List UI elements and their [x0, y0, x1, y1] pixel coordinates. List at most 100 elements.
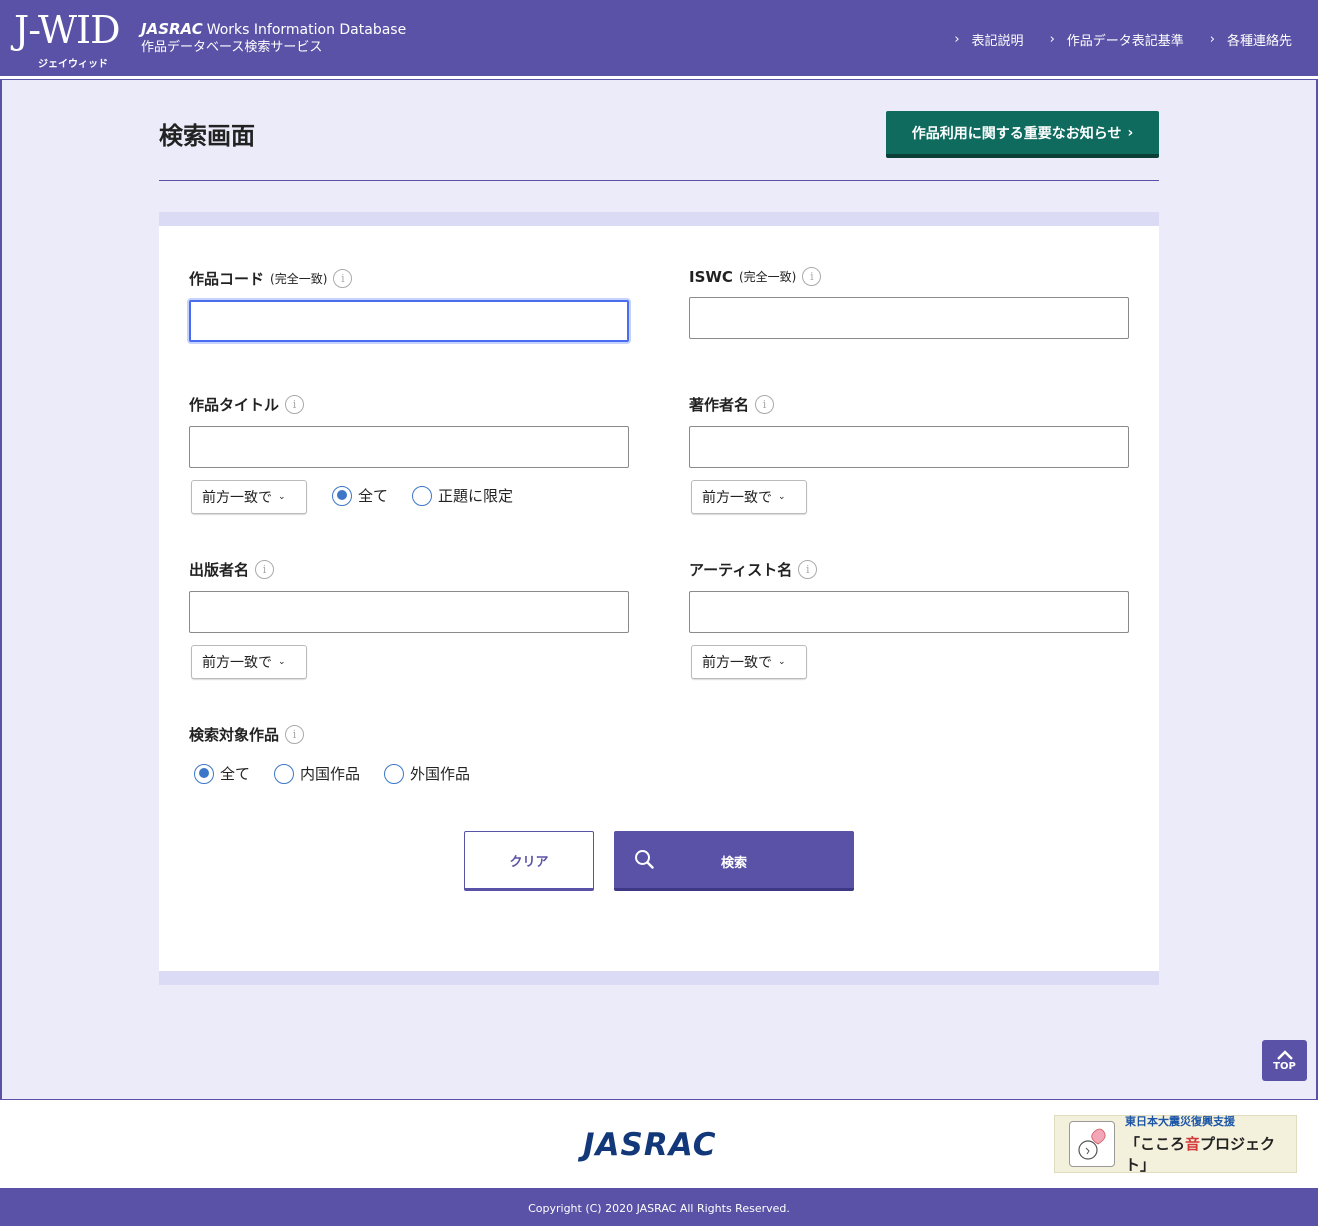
- radio-label: 内国作品: [300, 765, 361, 783]
- radio-checked-icon: [332, 485, 352, 506]
- banner-line2: 「こころ音プロジェクト」: [1125, 1133, 1296, 1175]
- page-title: 検索画面: [159, 122, 255, 150]
- publisher-match-select[interactable]: 前方一致で ⌄: [191, 645, 307, 679]
- work-title-label: 作品タイトル i: [189, 394, 305, 415]
- work-title-match-select[interactable]: 前方一致で ⌄: [191, 480, 307, 514]
- target-works-label: 検索対象作品 i: [189, 724, 305, 745]
- site-title-en: Works Information Database: [206, 22, 407, 38]
- clear-button[interactable]: クリア: [464, 831, 594, 891]
- logo-text: J-WID: [14, 8, 121, 52]
- artist-input[interactable]: [689, 591, 1129, 633]
- panel-top-band: [159, 212, 1159, 226]
- chevron-down-icon: ⌄: [778, 657, 786, 667]
- info-icon[interactable]: i: [333, 269, 353, 288]
- banner-line1: 東日本大震災復興支援: [1125, 1115, 1235, 1128]
- banner-line2-pre: 「こころ: [1125, 1135, 1186, 1153]
- header-divider: [0, 76, 1318, 80]
- label-text: アーティスト名: [689, 561, 793, 579]
- jwid-logo[interactable]: J-WID ジェイウィッド: [14, 8, 126, 70]
- label-text: 出版者名: [189, 561, 250, 579]
- top-label: TOP: [1273, 1060, 1296, 1072]
- kokoro-oto-banner[interactable]: 東日本大震災復興支援 「こころ音プロジェクト」: [1054, 1113, 1297, 1175]
- nav-notation[interactable]: › 表記説明: [954, 30, 1023, 49]
- work-code-input[interactable]: [189, 300, 629, 342]
- target-scope-radios: 全て 内国作品 外国作品: [194, 763, 494, 784]
- work-title-input[interactable]: [189, 426, 629, 468]
- radio-label: 全て: [220, 765, 251, 783]
- chevron-right-icon: ›: [954, 32, 960, 47]
- search-label: 検索: [720, 856, 747, 871]
- radio-title-all[interactable]: 全て: [332, 485, 388, 506]
- important-notice-button[interactable]: 作品利用に関する重要なお知らせ ›: [886, 111, 1159, 158]
- chevron-down-icon: ⌄: [278, 657, 286, 667]
- back-to-top-button[interactable]: TOP: [1262, 1040, 1307, 1081]
- notice-label: 作品利用に関する重要なお知らせ: [911, 125, 1122, 142]
- site-title-jp: 作品データベース検索サービス: [141, 40, 323, 55]
- header-nav: › 表記説明 › 作品データ表記基準 › 各種連絡先: [954, 30, 1292, 49]
- radio-label: 外国作品: [410, 765, 471, 783]
- search-button[interactable]: 検索: [614, 831, 854, 891]
- banner-line2-highlight: 音: [1185, 1135, 1201, 1153]
- radio-label: 全て: [358, 487, 389, 505]
- chevron-down-icon: ⌄: [778, 492, 786, 502]
- brand-name: JASRAC: [141, 20, 203, 38]
- banner-text: 東日本大震災復興支援 「こころ音プロジェクト」: [1125, 1113, 1296, 1175]
- info-icon[interactable]: i: [285, 395, 305, 414]
- select-value: 前方一致で: [202, 490, 272, 506]
- radio-label: 正題に限定: [438, 487, 514, 505]
- jasrac-logo[interactable]: JASRAC: [583, 1127, 717, 1163]
- radio-target-foreign[interactable]: 外国作品: [384, 763, 470, 784]
- author-label: 著作者名 i: [689, 394, 775, 415]
- work-code-label: 作品コード (完全一致) i: [189, 268, 353, 289]
- radio-unchecked-icon: [274, 763, 295, 784]
- select-value: 前方一致で: [702, 490, 772, 506]
- title-scope-radios: 全て 正題に限定: [332, 485, 537, 506]
- author-match-select[interactable]: 前方一致で ⌄: [691, 480, 807, 514]
- info-icon[interactable]: i: [798, 560, 818, 579]
- banner-illustration-icon: [1069, 1121, 1115, 1167]
- label-text: ISWC: [689, 267, 733, 286]
- chevron-down-icon: ⌄: [278, 492, 286, 502]
- label-text: 検索対象作品: [189, 726, 280, 744]
- nav-label: 作品データ表記基準: [1066, 34, 1184, 49]
- info-icon[interactable]: i: [255, 560, 275, 579]
- artist-match-select[interactable]: 前方一致で ⌄: [691, 645, 807, 679]
- chevron-right-icon: ›: [1049, 32, 1055, 47]
- radio-target-all[interactable]: 全て: [194, 763, 250, 784]
- label-note: (完全一致): [738, 270, 797, 284]
- iswc-label: ISWC (完全一致) i: [689, 267, 822, 286]
- chevron-up-icon: [1276, 1049, 1293, 1060]
- site-header: J-WID ジェイウィッド JASRAC Works Information Da…: [0, 0, 1318, 76]
- nav-label: 表記説明: [971, 34, 1024, 49]
- label-note: (完全一致): [270, 272, 328, 286]
- nav-contacts[interactable]: › 各種連絡先: [1210, 30, 1292, 49]
- panel-bottom-band: [159, 971, 1159, 985]
- nav-data-standard[interactable]: › 作品データ表記基準: [1050, 30, 1184, 49]
- radio-unchecked-icon: [384, 763, 405, 784]
- left-frame: [0, 0, 2, 1226]
- label-text: 作品コード: [189, 270, 265, 288]
- chevron-right-icon: ›: [1127, 124, 1134, 141]
- copyright: Copyright (C) 2020 JASRAC All Rights Res…: [0, 1188, 1318, 1226]
- select-value: 前方一致で: [702, 655, 772, 671]
- publisher-label: 出版者名 i: [189, 559, 275, 580]
- label-text: 作品タイトル: [189, 396, 280, 414]
- info-icon[interactable]: i: [802, 267, 822, 286]
- select-value: 前方一致で: [202, 655, 272, 671]
- radio-checked-icon: [194, 763, 214, 784]
- site-title: JASRAC Works Information Database 作品データベー…: [141, 20, 406, 57]
- info-icon[interactable]: i: [285, 725, 305, 744]
- radio-target-domestic[interactable]: 内国作品: [274, 763, 360, 784]
- chevron-right-icon: ›: [1209, 32, 1215, 47]
- info-icon[interactable]: i: [755, 395, 775, 414]
- iswc-input[interactable]: [689, 297, 1129, 339]
- artist-label: アーティスト名 i: [689, 559, 818, 580]
- publisher-input[interactable]: [189, 591, 629, 633]
- radio-title-main-only[interactable]: 正題に限定: [412, 485, 513, 506]
- radio-unchecked-icon: [412, 485, 433, 506]
- label-text: 著作者名: [689, 396, 750, 414]
- nav-label: 各種連絡先: [1226, 34, 1292, 49]
- logo-subtext: ジェイウィッド: [38, 59, 108, 70]
- title-divider: [159, 180, 1159, 181]
- author-input[interactable]: [689, 426, 1129, 468]
